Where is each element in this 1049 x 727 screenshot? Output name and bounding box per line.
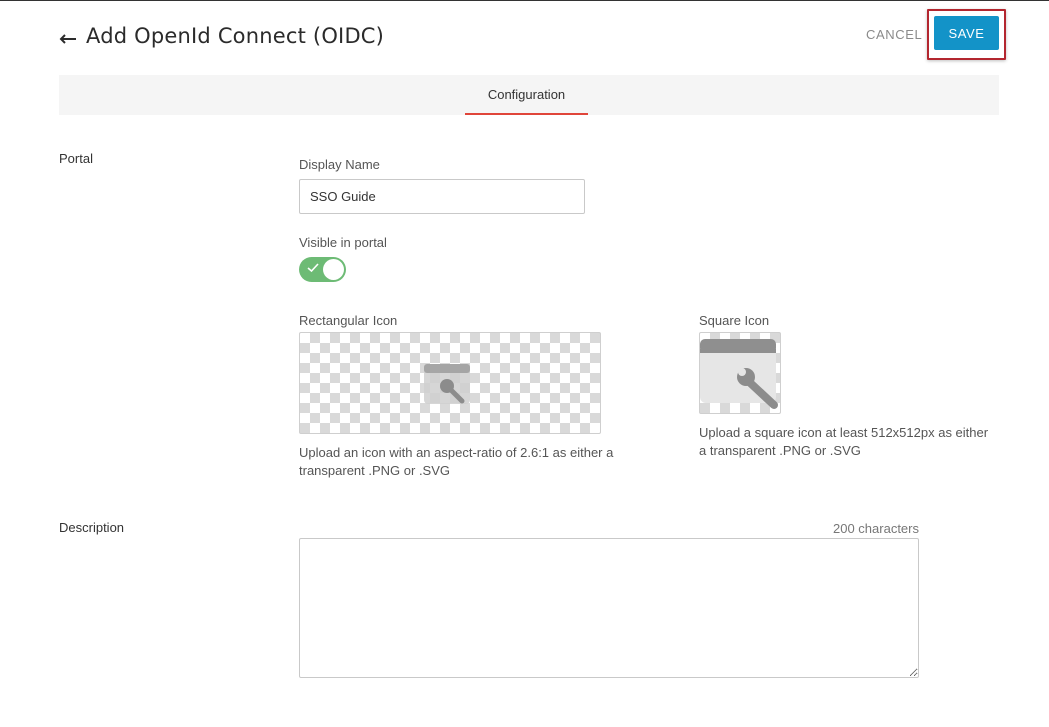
rectangular-icon-label: Rectangular Icon	[299, 313, 398, 328]
page-header: Add OpenId Connect (OIDC)	[58, 22, 384, 50]
tab-bar: Configuration	[59, 75, 999, 115]
description-textarea[interactable]	[299, 538, 919, 678]
page-title: Add OpenId Connect (OIDC)	[86, 24, 385, 48]
display-name-label: Display Name	[299, 157, 380, 172]
square-icon-upload[interactable]	[699, 332, 781, 414]
cancel-button[interactable]: CANCEL	[866, 24, 922, 44]
square-icon-label: Square Icon	[699, 313, 770, 328]
portal-section-label: Portal	[59, 151, 93, 166]
back-arrow-icon[interactable]	[58, 28, 78, 48]
square-icon-help: Upload a square icon at least 512x512px …	[699, 425, 989, 458]
visible-in-portal-toggle[interactable]	[299, 257, 346, 282]
checkmark-icon	[307, 263, 319, 273]
rectangular-icon-help: Upload an icon with an aspect-ratio of 2…	[299, 445, 614, 478]
character-limit: 200 characters	[833, 521, 919, 536]
save-button[interactable]: SAVE	[934, 16, 999, 50]
wrench-app-icon	[424, 364, 470, 404]
display-name-input[interactable]	[299, 179, 585, 214]
wrench-app-icon	[700, 339, 778, 409]
visible-in-portal-label: Visible in portal	[299, 235, 387, 250]
window-top-border	[0, 0, 1049, 1]
description-section-label: Description	[59, 520, 125, 535]
tab-configuration[interactable]: Configuration	[465, 75, 588, 115]
rectangular-icon-upload[interactable]	[299, 332, 601, 434]
toggle-knob	[323, 259, 344, 280]
